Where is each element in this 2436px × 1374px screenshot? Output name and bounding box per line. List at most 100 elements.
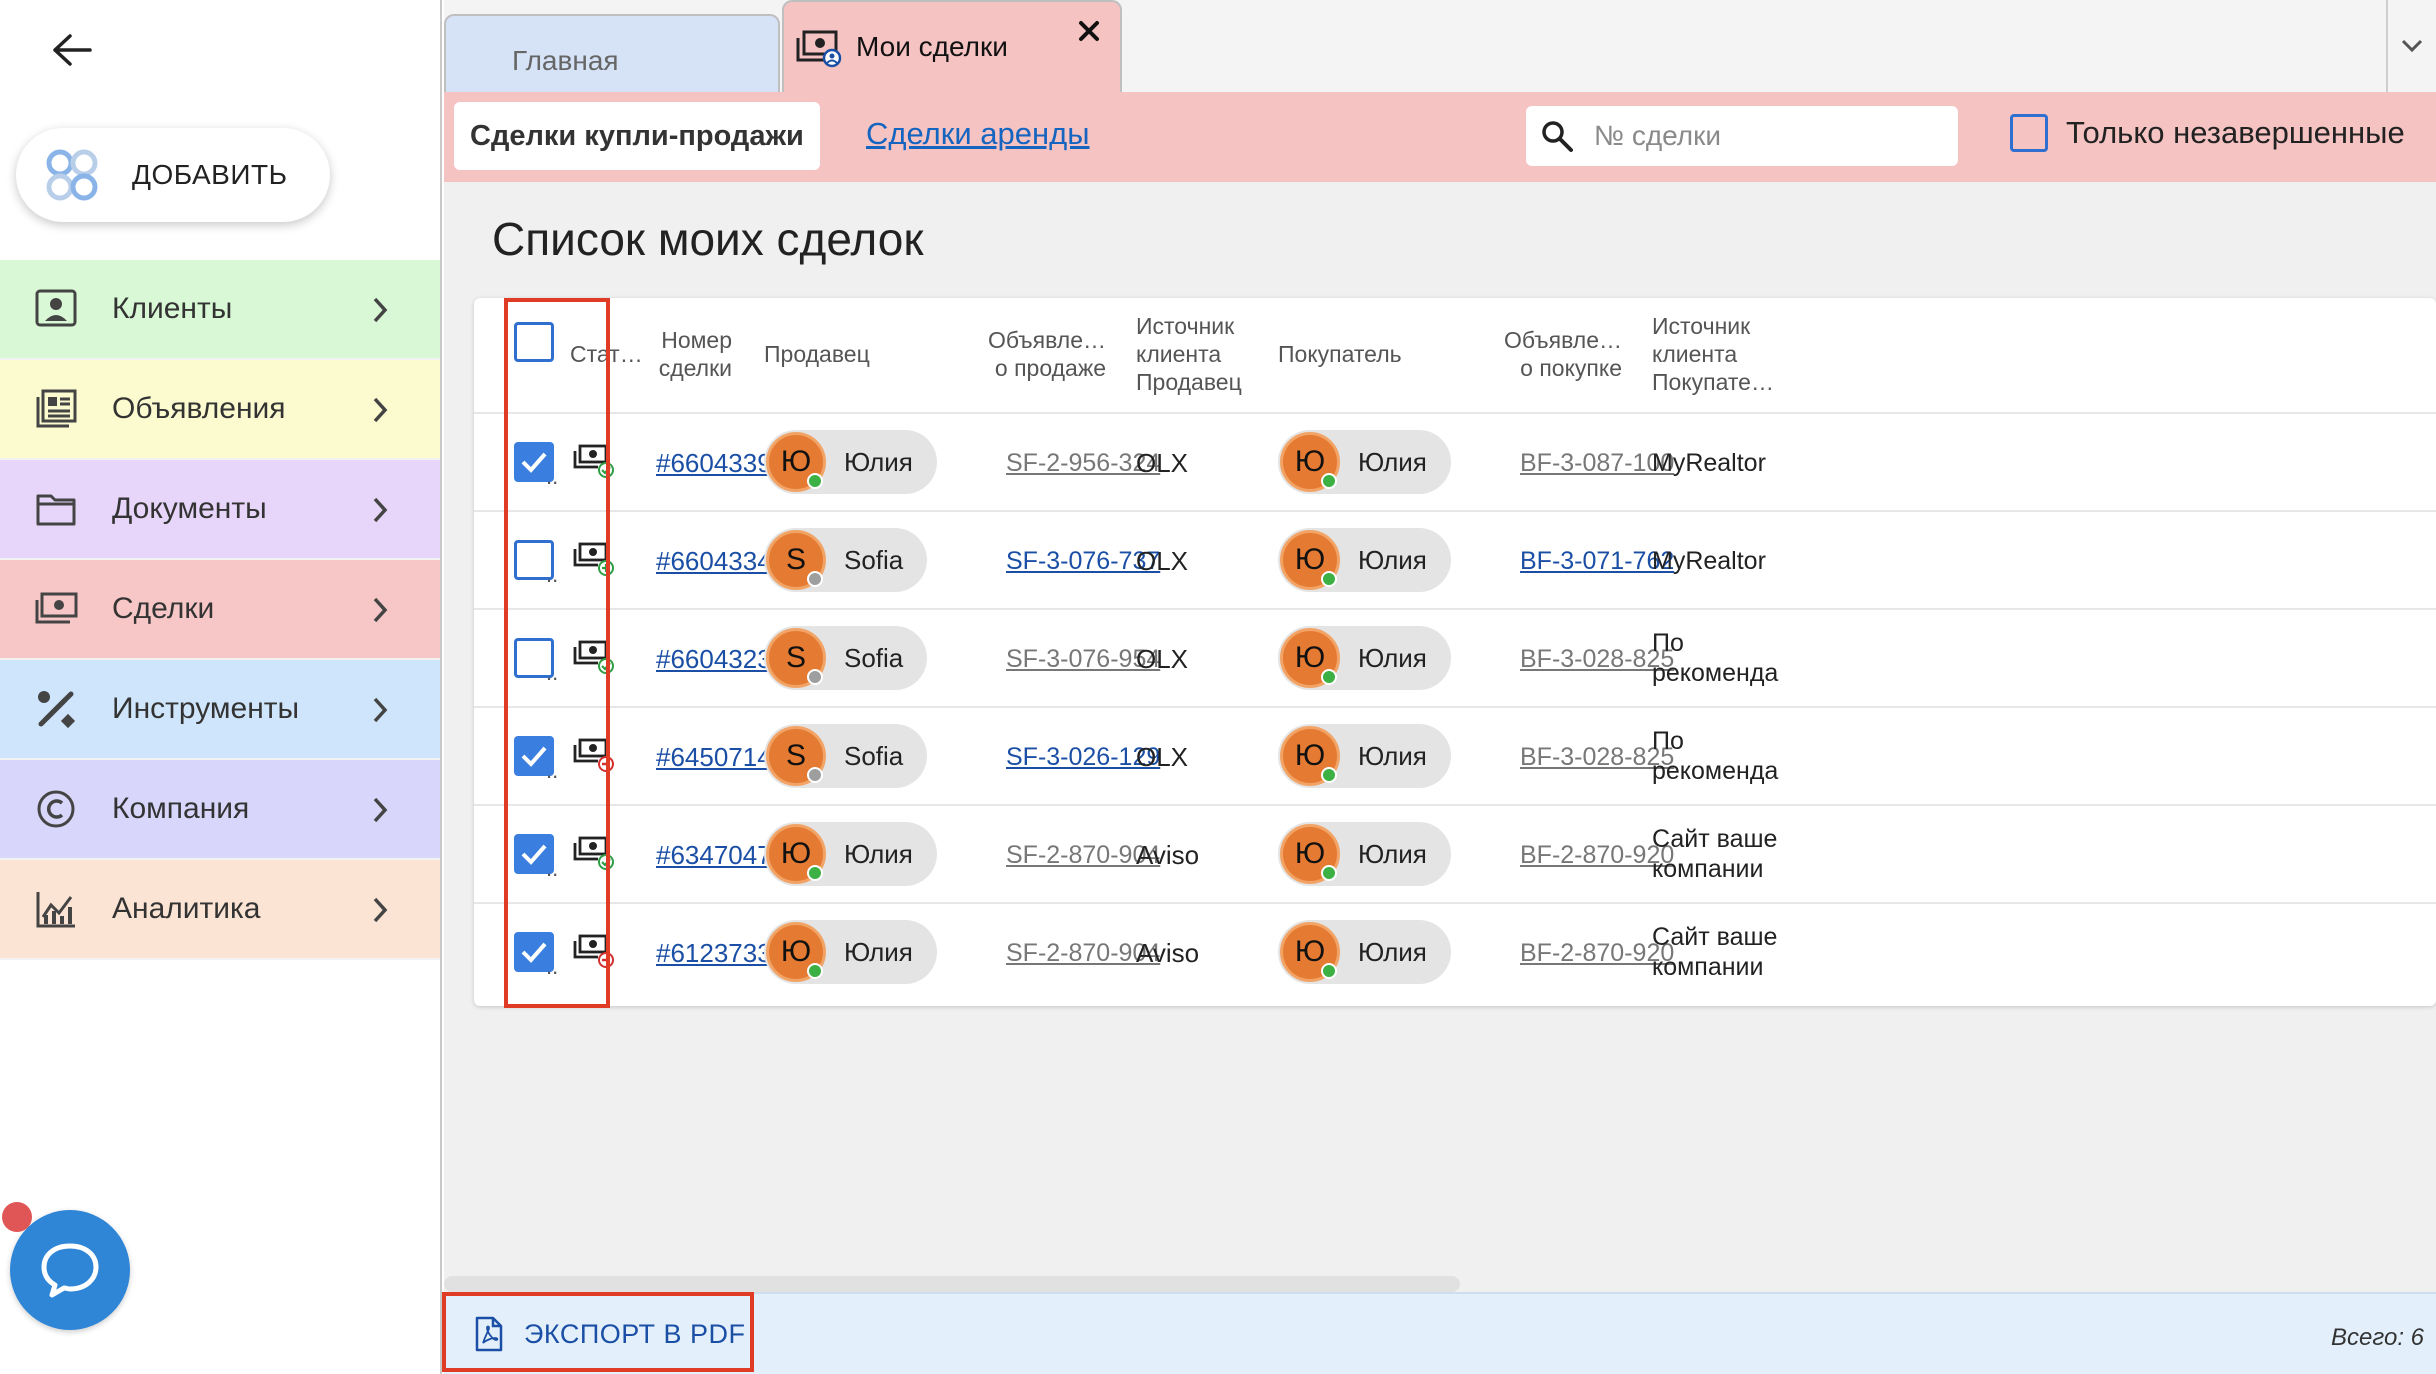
only-open-filter[interactable]: Только незавершенные — [2010, 114, 2405, 152]
table-row[interactable]: .. #6604323 S Sofia SF-3-076-954 OLX Ю Юлия BF-3… — [474, 610, 2436, 708]
chat-button[interactable] — [10, 1210, 130, 1330]
header-buyer-source[interactable]: Источник клиента Покупате… — [1652, 312, 1774, 396]
seller-chip[interactable]: Ю Юлия — [764, 822, 937, 886]
buyer-chip[interactable]: Ю Юлия — [1278, 822, 1451, 886]
deal-number-link[interactable]: #6123733 — [656, 938, 772, 969]
seller-source: OLX — [1136, 448, 1189, 478]
seller-source: Aviso — [1136, 938, 1200, 968]
buyer-source-line: компании — [1652, 953, 1764, 981]
close-tab-button[interactable] — [1074, 16, 1104, 46]
tab-rent-deals[interactable]: Сделки аренды — [866, 116, 1089, 152]
deal-number-link[interactable]: #6347047 — [656, 840, 772, 871]
select-all-checkbox[interactable] — [514, 322, 554, 362]
header-deal-number[interactable]: Номер сделки — [644, 326, 732, 382]
tabs-dropdown-button[interactable] — [2386, 0, 2436, 92]
tools-icon — [34, 687, 78, 731]
avatar-initial: S — [785, 543, 806, 576]
buyer-chip[interactable]: Ю Юлия — [1278, 528, 1451, 592]
header-seller-source[interactable]: Источник клиента Продавец — [1136, 312, 1242, 396]
header-text: Объявле… — [1503, 327, 1622, 353]
dots-logo-icon — [46, 149, 98, 201]
buyer-source-line: По — [1652, 727, 1684, 755]
deals-table: Стат… Номер сделки Продавец Объявле… о п… — [474, 298, 2436, 1006]
seller-chip[interactable]: S Sofia — [764, 528, 928, 592]
deal-status-completed-icon — [573, 444, 614, 478]
avatar-initial: Ю — [1294, 935, 1326, 968]
sidebar-item-clients[interactable]: Клиенты — [0, 260, 440, 360]
seller-source: Aviso — [1136, 840, 1200, 870]
avatar: Ю — [766, 922, 826, 982]
seller-source: OLX — [1136, 742, 1189, 772]
only-open-checkbox[interactable] — [2010, 114, 2048, 152]
header-buy-ad[interactable]: Объявле… о покупке — [1500, 326, 1622, 382]
presence-dot — [1321, 865, 1337, 881]
header-text: о покупке — [1520, 355, 1622, 381]
buyer-source-line: компании — [1652, 855, 1764, 883]
deal-number-link[interactable]: #6604334 — [656, 546, 772, 577]
avatar: Ю — [766, 824, 826, 884]
avatar: Ю — [1280, 530, 1340, 590]
back-button[interactable] — [44, 22, 100, 78]
seller-chip[interactable]: Ю Юлия — [764, 920, 937, 984]
header-seller[interactable]: Продавец — [764, 340, 870, 368]
deals-subnav: Сделки купли-продажи Сделки аренды Тольк… — [444, 92, 2436, 182]
table-row[interactable]: .. #6450714 S Sofia SF-3-026-129 OLX Ю Юлия BF-3… — [474, 708, 2436, 806]
tab-bar: Главная Мои сделки — [444, 0, 2436, 94]
sidebar-item-tools[interactable]: Инструменты — [0, 660, 440, 760]
sidebar-item-deals[interactable]: Сделки — [0, 560, 440, 660]
sidebar-item-company[interactable]: Компания — [0, 760, 440, 860]
deal-number-link[interactable]: #6604323 — [656, 644, 772, 675]
tab-sale-deals[interactable]: Сделки купли-продажи — [454, 102, 820, 170]
sidebar-item-listings[interactable]: Объявления — [0, 360, 440, 460]
buyer-chip[interactable]: Ю Юлия — [1278, 626, 1451, 690]
buyer-source: По рекоменда — [1652, 726, 1778, 786]
export-pdf-button[interactable]: ЭКСПОРТ В PDF — [474, 1316, 746, 1352]
seller-source: OLX — [1136, 546, 1189, 576]
chevron-right-icon — [364, 394, 396, 426]
tab-my-deals[interactable]: Мои сделки — [782, 0, 1122, 92]
deal-status — [570, 636, 618, 678]
tab-home-label: Главная — [512, 45, 619, 76]
avatar-initial: Ю — [780, 935, 812, 968]
deal-number-search-input[interactable] — [1594, 120, 1954, 152]
deal-number-link[interactable]: #6450714 — [656, 742, 772, 773]
seller-name: Юлия — [844, 838, 913, 869]
header-status[interactable]: Стат… — [570, 340, 643, 368]
avatar-initial: Ю — [1294, 543, 1326, 576]
add-button[interactable]: ДОБАВИТЬ — [16, 128, 330, 222]
table-row[interactable]: .. #6347047 Ю Юлия SF-2-870-904 Aviso Ю Юлия BF-… — [474, 806, 2436, 904]
deal-status — [570, 538, 618, 580]
sidebar-item-analytics[interactable]: Аналитика — [0, 860, 440, 960]
avatar: S — [766, 530, 826, 590]
seller-chip[interactable]: Ю Юлия — [764, 430, 937, 494]
table-row[interactable]: .. #6123733 Ю Юлия SF-2-870-904 Aviso Ю Юлия BF-… — [474, 904, 2436, 1002]
header-text: Источник — [1652, 313, 1751, 339]
sidebar-item-label: Сделки — [112, 592, 215, 625]
seller-chip[interactable]: S Sofia — [764, 724, 928, 788]
copyright-icon — [34, 787, 78, 831]
horizontal-scrollbar[interactable] — [444, 1276, 1460, 1292]
money-user-icon — [796, 30, 842, 68]
seller-chip[interactable]: S Sofia — [764, 626, 928, 690]
buyer-name: Юлия — [1358, 936, 1427, 967]
header-sale-ad[interactable]: Объявле… о продаже — [984, 326, 1106, 382]
truncation-dots: .. — [546, 464, 559, 489]
header-buyer[interactable]: Покупатель — [1278, 340, 1402, 368]
presence-dot — [807, 767, 823, 783]
buyer-chip[interactable]: Ю Юлия — [1278, 724, 1451, 788]
deal-number-link[interactable]: #6604339 — [656, 448, 772, 479]
header-text: сделки — [658, 355, 732, 381]
presence-dot — [1321, 669, 1337, 685]
tab-home[interactable]: Главная — [444, 14, 780, 94]
sidebar-item-documents[interactable]: Документы — [0, 460, 440, 560]
header-text: Покупате… — [1652, 369, 1774, 395]
deal-status — [570, 440, 618, 482]
buyer-chip[interactable]: Ю Юлия — [1278, 430, 1451, 494]
deal-status-cancelled-icon — [573, 934, 614, 968]
table-row[interactable]: .. #6604334 S Sofia SF-3-076-737 OLX Ю Юлия BF-3… — [474, 512, 2436, 610]
sidebar-item-label: Инструменты — [112, 692, 300, 725]
table-row[interactable]: .. #6604339 Ю Юлия SF-2-956-324 OLX Ю Юлия BF-3-… — [474, 414, 2436, 512]
chevron-right-icon — [364, 294, 396, 326]
buyer-chip[interactable]: Ю Юлия — [1278, 920, 1451, 984]
header-text: клиента — [1652, 341, 1738, 367]
